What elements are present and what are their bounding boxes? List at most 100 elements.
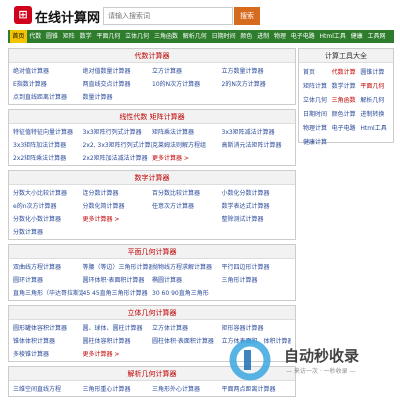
calculator-link[interactable]: 3x3矩阵行列式计算器 bbox=[83, 127, 153, 136]
sidebar-item[interactable]: 立体几何 bbox=[303, 95, 332, 104]
calculator-link[interactable]: 30 60 90直角三角形 bbox=[152, 288, 222, 297]
section-title[interactable]: 代数计算器 bbox=[9, 49, 295, 63]
calculator-link[interactable]: e的n次方计算器 bbox=[13, 201, 83, 210]
watermark-logo: 自动秒收录 — 来访一次 · 一秒收录 — bbox=[226, 336, 386, 386]
calculator-link[interactable]: 圆环体积·表面积计算器 bbox=[83, 275, 153, 284]
calculator-link[interactable]: 抛物线方程求解计算器 bbox=[152, 262, 222, 271]
calculator-link[interactable]: 圆、球体、圆柱计算器 bbox=[83, 323, 153, 332]
calculator-link[interactable]: 绝对值计算器 bbox=[13, 66, 83, 75]
site-header: ⊞ 在线计算网 搜索 bbox=[0, 0, 400, 30]
nav-item[interactable]: 健康 bbox=[348, 30, 365, 43]
search-input[interactable] bbox=[103, 7, 233, 25]
calculator-link[interactable]: 三角形计算器 bbox=[222, 275, 292, 284]
calculator-link[interactable]: 平行四边形计算器 bbox=[222, 262, 292, 271]
calculator-link[interactable]: 任意次方计算器 bbox=[152, 201, 222, 210]
calculator-link[interactable]: 10的N次方计算器 bbox=[152, 79, 222, 88]
nav-item[interactable]: 颜色 bbox=[238, 30, 255, 43]
nav-item[interactable]: Html工具 bbox=[317, 30, 348, 43]
nav-item[interactable]: 圆锥 bbox=[44, 30, 61, 43]
nav-item[interactable]: 物理 bbox=[272, 30, 289, 43]
sidebar-item[interactable]: 圆锥计算 bbox=[360, 67, 389, 76]
section-title[interactable]: 平面几何计算器 bbox=[9, 245, 295, 259]
calculator-link[interactable]: 三角形重心计算器 bbox=[83, 384, 153, 393]
calculator-link[interactable]: 立方计算器 bbox=[152, 66, 222, 75]
more-link[interactable]: 更多计算器 > bbox=[83, 214, 153, 223]
calculator-link[interactable]: 数学表达式计算器 bbox=[222, 201, 292, 210]
section-title[interactable]: 立体几何计算器 bbox=[9, 306, 295, 320]
calculator-link[interactable]: 分数计算器 bbox=[13, 227, 83, 236]
calculator-link[interactable]: 2x2矩阵加法减法计算器 bbox=[83, 153, 153, 162]
calculator-link[interactable]: 百分数比较计算器 bbox=[152, 188, 222, 197]
calculator-link[interactable]: 多棱锥计算器 bbox=[13, 349, 83, 358]
calculator-link[interactable]: 整除测试计算器 bbox=[222, 214, 292, 223]
calculator-link[interactable]: 特征值特征向量计算器 bbox=[13, 127, 83, 136]
nav-item[interactable]: 工具网 bbox=[365, 30, 388, 43]
nav-item[interactable]: 数学 bbox=[77, 30, 94, 43]
site-logo-text[interactable]: 在线计算网 bbox=[35, 7, 100, 26]
search-button[interactable]: 搜索 bbox=[234, 7, 260, 25]
calculator-link[interactable]: 分数化小数计算器 bbox=[13, 214, 83, 223]
sidebar-item[interactable]: 颜色计算 bbox=[332, 109, 361, 118]
nav-item[interactable]: 代数 bbox=[27, 30, 44, 43]
calculator-link[interactable]: 2x2, 3x3矩阵行列式计算器 bbox=[83, 140, 153, 149]
calculator-link[interactable]: 点到直线距离计算器 bbox=[13, 92, 83, 101]
calculator-link[interactable]: 2x2矩阵乘法计算器 bbox=[13, 153, 83, 162]
section-title[interactable]: 线性代数 矩阵计算器 bbox=[9, 110, 295, 124]
more-link[interactable]: 更多计算器 > bbox=[152, 153, 222, 162]
calculator-link[interactable]: 连分数计算器 bbox=[83, 188, 153, 197]
calculator-link[interactable]: 直角三角形（毕达哥拉斯定理） bbox=[13, 288, 83, 297]
calculator-link[interactable]: 两直线交点计算器 bbox=[83, 79, 153, 88]
sidebar-item[interactable]: 电子电路 bbox=[332, 123, 361, 132]
calculator-link[interactable]: 圆柱体容积计算器 bbox=[83, 336, 153, 345]
nav-item[interactable]: 三角函数 bbox=[152, 30, 181, 43]
calculator-link[interactable]: E指数计算器 bbox=[13, 79, 83, 88]
calculator-link[interactable]: 分数化简计算器 bbox=[83, 201, 153, 210]
nav-item[interactable]: 进制 bbox=[255, 30, 272, 43]
calculator-link[interactable]: 矩形容器计算器 bbox=[222, 323, 292, 332]
calculator-link[interactable]: 锥体体积计算器 bbox=[13, 336, 83, 345]
calculator-link[interactable]: 圆形罐体容积计算器 bbox=[13, 323, 83, 332]
calculator-link[interactable]: 2的N次方计算器 bbox=[222, 79, 292, 88]
sidebar-item[interactable]: 三角函数 bbox=[332, 95, 361, 104]
sidebar-item[interactable]: 日期时间 bbox=[303, 109, 332, 118]
calculator-link[interactable]: 小数化分数计算器 bbox=[222, 188, 292, 197]
calculator-link[interactable]: 圆柱体积·表面积计算器 bbox=[152, 336, 222, 345]
calculator-link[interactable]: 三角形外心计算器 bbox=[152, 384, 222, 393]
sidebar-item[interactable]: 物理计算 bbox=[303, 123, 332, 132]
calculator-link[interactable]: 克莱姆法则解方程组 bbox=[152, 140, 222, 149]
calculator-link[interactable]: 圆环计算器 bbox=[13, 275, 83, 284]
calculator-link[interactable]: 椭圆计算器 bbox=[152, 275, 222, 284]
sidebar-item[interactable]: 首页 bbox=[303, 67, 332, 76]
calculator-link[interactable]: 3x3矩阵加法计算器 bbox=[13, 140, 83, 149]
calculator-link[interactable]: 高斯消元法矩阵计算器 bbox=[222, 140, 292, 149]
nav-item[interactable]: 解析几何 bbox=[180, 30, 209, 43]
calculator-link[interactable]: 45 45直角三角形计算器 bbox=[83, 288, 153, 297]
calculator-link[interactable]: 立方体计算器 bbox=[152, 323, 222, 332]
calculator-link[interactable]: 分数大小比较计算器 bbox=[13, 188, 83, 197]
nav-item[interactable]: 平面几何 bbox=[94, 30, 123, 43]
nav-item[interactable]: 矩阵 bbox=[60, 30, 77, 43]
calculator-link[interactable]: 立方数量计算器 bbox=[222, 66, 292, 75]
section-title[interactable]: 数字计算器 bbox=[9, 171, 295, 185]
more-link[interactable]: 更多计算器 > bbox=[83, 349, 153, 358]
calculator-link[interactable]: 双曲线方程计算器 bbox=[13, 262, 83, 271]
sidebar-item[interactable]: 健康计算 bbox=[303, 137, 332, 146]
calculator-link[interactable]: 三维空间直线方程 bbox=[13, 384, 83, 393]
sidebar-item[interactable]: 矩阵计算 bbox=[303, 81, 332, 90]
sidebar-item[interactable]: Html工具 bbox=[360, 123, 389, 132]
sidebar-item[interactable]: 平面几何 bbox=[360, 81, 389, 90]
calculator-link[interactable]: 绝对值数量计算器 bbox=[83, 66, 153, 75]
sidebar-item[interactable]: 解析几何 bbox=[360, 95, 389, 104]
calculator-link[interactable]: 数量计算器 bbox=[83, 92, 153, 101]
nav-item[interactable]: 立体几何 bbox=[123, 30, 152, 43]
sidebar-item[interactable]: 数学计算 bbox=[332, 81, 361, 90]
nav-item[interactable]: 电子电路 bbox=[288, 30, 317, 43]
calculator-link[interactable]: 等腰（等边）三角形计算器 bbox=[83, 262, 153, 271]
calculator-link[interactable]: 矩阵乘法计算器 bbox=[152, 127, 222, 136]
nav-item[interactable]: 首页 bbox=[10, 30, 27, 43]
sidebar-item[interactable]: 代数计算 bbox=[332, 67, 361, 76]
nav-item[interactable]: 日期时间 bbox=[209, 30, 238, 43]
site-logo-icon[interactable]: ⊞ bbox=[14, 6, 32, 24]
calculator-link[interactable]: 3x3矩阵减法计算器 bbox=[222, 127, 292, 136]
sidebar-item[interactable]: 进制转换 bbox=[360, 109, 389, 118]
